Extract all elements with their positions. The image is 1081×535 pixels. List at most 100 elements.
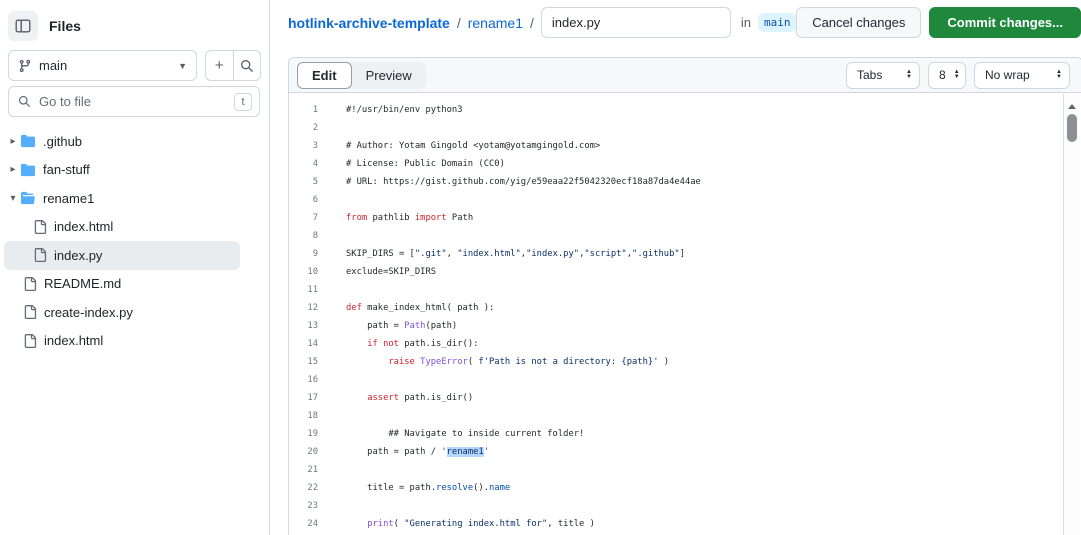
top-actions: Cancel changes Commit changes... bbox=[796, 7, 1081, 38]
indent-mode-select[interactable]: Tabs ▲▼ bbox=[846, 62, 920, 89]
commit-changes-button[interactable]: Commit changes... bbox=[929, 7, 1081, 38]
branch-row: main ▼ + bbox=[0, 50, 269, 81]
code-line[interactable]: 4# License: Public Domain (CC0) bbox=[289, 155, 1081, 173]
code-line-content[interactable]: exclude=SKIP_DIRS bbox=[318, 267, 436, 277]
code-line[interactable]: 10exclude=SKIP_DIRS bbox=[289, 263, 1081, 281]
code-line[interactable]: 23 bbox=[289, 497, 1081, 515]
folder-icon bbox=[20, 134, 36, 148]
file-icon bbox=[23, 334, 37, 348]
breadcrumb-separator: / bbox=[457, 15, 461, 31]
code-line[interactable]: 16 bbox=[289, 371, 1081, 389]
code-line-content[interactable]: path = path / 'rename1' bbox=[318, 447, 489, 457]
collapse-sidebar-button[interactable] bbox=[8, 11, 38, 41]
editor-settings: Tabs ▲▼ 8 ▲▼ No wrap ▲▼ bbox=[846, 62, 1070, 89]
tree-actions-group: + bbox=[205, 50, 261, 81]
breadcrumb-repo-link[interactable]: hotlink-archive-template bbox=[288, 15, 450, 31]
code-line-content[interactable]: from pathlib import Path bbox=[318, 213, 473, 223]
code-line-content[interactable]: #!/usr/bin/env python3 bbox=[318, 105, 463, 115]
tree-item-readme-md[interactable]: README.md bbox=[0, 270, 269, 299]
code-line-content[interactable]: # URL: https://gist.github.com/yig/e59ea… bbox=[318, 177, 701, 187]
scrollbar-thumb[interactable] bbox=[1067, 114, 1077, 142]
code-line[interactable]: 20 path = path / 'rename1' bbox=[289, 443, 1081, 461]
chevron-down-icon[interactable]: ▾ bbox=[6, 193, 20, 204]
code-editor: Edit Preview Tabs ▲▼ 8 ▲▼ No wrap ▲▼ bbox=[288, 57, 1081, 535]
code-line-content[interactable]: title = path.resolve().name bbox=[318, 483, 510, 493]
code-line-content[interactable]: # License: Public Domain (CC0) bbox=[318, 159, 505, 169]
main-panel: hotlink-archive-template / rename1 / in … bbox=[271, 0, 1081, 535]
search-tree-button[interactable] bbox=[233, 51, 261, 80]
code-line[interactable]: 21 bbox=[289, 461, 1081, 479]
file-tree-sidebar: Files main ▼ + bbox=[0, 0, 270, 535]
code-area[interactable]: 1#!/usr/bin/env python323# Author: Yotam… bbox=[289, 94, 1081, 535]
code-line[interactable]: 7from pathlib import Path bbox=[289, 209, 1081, 227]
branch-name: main bbox=[39, 58, 171, 73]
tree-item-create-index-py[interactable]: create-index.py bbox=[0, 298, 269, 327]
chevron-right-icon[interactable]: ▸ bbox=[6, 136, 20, 147]
wrap-mode-select[interactable]: No wrap ▲▼ bbox=[974, 62, 1070, 89]
tree-item-rename1[interactable]: ▾ rename1 bbox=[0, 184, 269, 213]
line-number: 2 bbox=[289, 123, 318, 133]
line-number: 23 bbox=[289, 501, 318, 511]
code-line[interactable]: 5# URL: https://gist.github.com/yig/e59e… bbox=[289, 173, 1081, 191]
code-line[interactable]: 3# Author: Yotam Gingold <yotam@yotamgin… bbox=[289, 137, 1081, 155]
plus-icon: + bbox=[215, 58, 224, 73]
line-number: 15 bbox=[289, 357, 318, 367]
tree-item-index-html[interactable]: index.html bbox=[0, 213, 269, 242]
tree-item-label: rename1 bbox=[43, 191, 94, 206]
code-line[interactable]: 1#!/usr/bin/env python3 bbox=[289, 101, 1081, 119]
code-line[interactable]: 15 raise TypeError( f'Path is not a dire… bbox=[289, 353, 1081, 371]
scroll-up-icon[interactable] bbox=[1068, 104, 1076, 109]
tree-item-index-html[interactable]: index.html bbox=[0, 327, 269, 356]
code-line-content[interactable]: raise TypeError( f'Path is not a directo… bbox=[318, 357, 669, 367]
code-line-content[interactable]: path = Path(path) bbox=[318, 321, 457, 331]
code-line-content[interactable]: SKIP_DIRS = [".git", "index.html","index… bbox=[318, 249, 685, 259]
cancel-changes-button[interactable]: Cancel changes bbox=[796, 7, 921, 38]
code-line[interactable]: 11 bbox=[289, 281, 1081, 299]
search-icon bbox=[240, 59, 254, 73]
line-number: 22 bbox=[289, 483, 318, 493]
code-line[interactable]: 19 ## Navigate to inside current folder! bbox=[289, 425, 1081, 443]
line-number: 10 bbox=[289, 267, 318, 277]
in-label: in bbox=[741, 15, 751, 30]
filename-input[interactable] bbox=[541, 7, 731, 38]
code-line[interactable]: 8 bbox=[289, 227, 1081, 245]
line-number: 1 bbox=[289, 105, 318, 115]
add-file-button[interactable]: + bbox=[206, 51, 233, 80]
goto-file-input[interactable]: Go to file t bbox=[8, 86, 260, 117]
code-line[interactable]: 24 print( "Generating index.html for", t… bbox=[289, 515, 1081, 533]
code-line-content[interactable]: print( "Generating index.html for", titl… bbox=[318, 519, 595, 529]
file-icon bbox=[33, 220, 47, 234]
tree-item-label: index.html bbox=[44, 333, 103, 348]
code-line-content[interactable]: if not path.is_dir(): bbox=[318, 339, 478, 349]
code-line[interactable]: 9SKIP_DIRS = [".git", "index.html","inde… bbox=[289, 245, 1081, 263]
code-line-content[interactable]: def make_index_html( path ): bbox=[318, 303, 494, 313]
code-line[interactable]: 18 bbox=[289, 407, 1081, 425]
tree-item--github[interactable]: ▸.github bbox=[0, 127, 269, 156]
tree-item-index-py[interactable]: index.py bbox=[4, 241, 240, 270]
code-line[interactable]: 2 bbox=[289, 119, 1081, 137]
code-line[interactable]: 12def make_index_html( path ): bbox=[289, 299, 1081, 317]
sidebar-header: Files bbox=[0, 0, 269, 44]
branch-selector[interactable]: main ▼ bbox=[8, 50, 197, 81]
indent-size-select[interactable]: 8 ▲▼ bbox=[928, 62, 966, 89]
folder-open-icon bbox=[20, 191, 36, 205]
file-icon bbox=[23, 305, 37, 319]
tab-preview[interactable]: Preview bbox=[352, 62, 426, 89]
code-line[interactable]: 13 path = Path(path) bbox=[289, 317, 1081, 335]
code-line-content[interactable]: ## Navigate to inside current folder! bbox=[318, 429, 584, 439]
tree-item-label: index.html bbox=[54, 219, 113, 234]
tree-item-label: create-index.py bbox=[44, 305, 133, 320]
chevron-right-icon[interactable]: ▸ bbox=[6, 164, 20, 175]
file-tree: ▸.github▸fan-stuff ▾ rename1 index.html inde… bbox=[0, 127, 269, 355]
tab-edit[interactable]: Edit bbox=[297, 62, 352, 89]
tree-item-fan-stuff[interactable]: ▸fan-stuff bbox=[0, 156, 269, 185]
code-line-content[interactable]: assert path.is_dir() bbox=[318, 393, 473, 403]
code-line[interactable]: 14 if not path.is_dir(): bbox=[289, 335, 1081, 353]
editor-scrollbar[interactable] bbox=[1063, 94, 1080, 535]
code-line[interactable]: 22 title = path.resolve().name bbox=[289, 479, 1081, 497]
code-line[interactable]: 17 assert path.is_dir() bbox=[289, 389, 1081, 407]
code-line-content[interactable]: # Author: Yotam Gingold <yotam@yotamging… bbox=[318, 141, 600, 151]
code-line[interactable]: 6 bbox=[289, 191, 1081, 209]
breadcrumb-folder-link[interactable]: rename1 bbox=[468, 15, 523, 31]
git-branch-icon bbox=[18, 59, 32, 73]
